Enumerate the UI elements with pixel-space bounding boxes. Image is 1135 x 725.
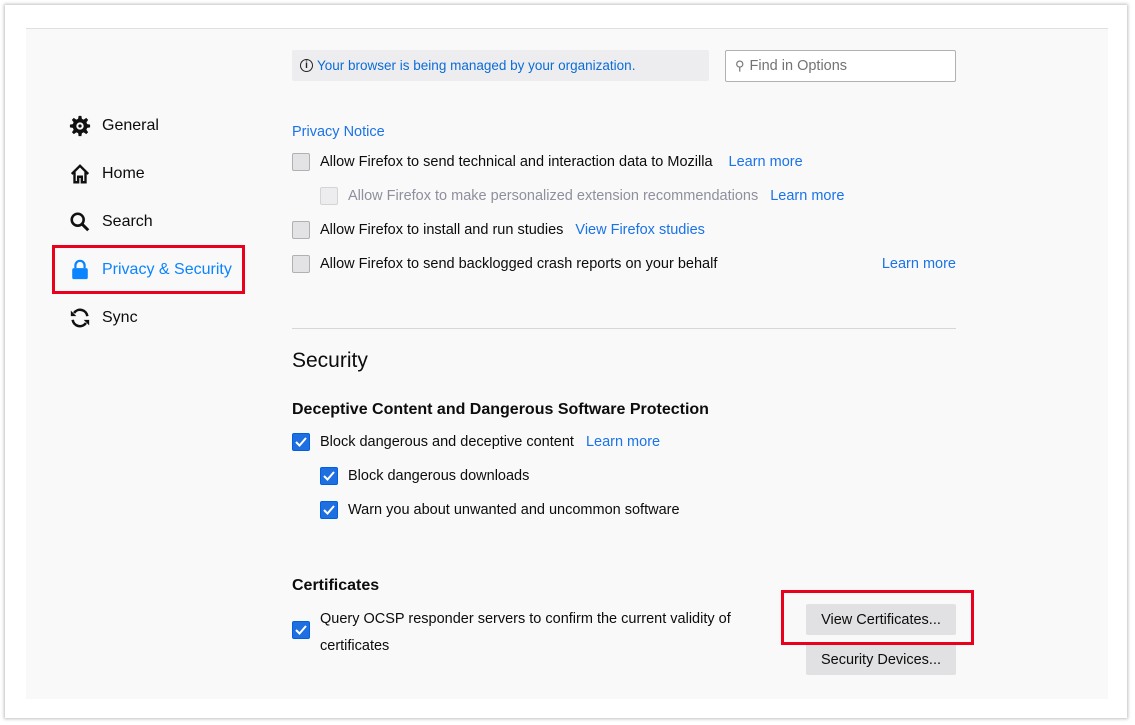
info-icon: i [300,59,313,72]
sidebar-item-general[interactable]: General [68,114,159,138]
security-title: Security [292,349,368,372]
sync-icon [68,306,92,330]
option-label: Allow Firefox to send backlogged crash r… [320,256,718,272]
managed-notice: i Your browser is being managed by your … [292,50,709,81]
sidebar-item-label: Home [102,165,145,182]
highlight-box-view-certificates [781,590,974,645]
checkbox[interactable] [292,221,310,239]
deceptive-heading: Deceptive Content and Dangerous Software… [292,401,709,418]
sidebar-item-home[interactable]: Home [68,162,145,186]
certificates-heading: Certificates [292,577,380,594]
security-devices-button[interactable]: Security Devices... [806,644,956,675]
option-studies: Allow Firefox to install and run studies… [292,220,705,240]
option-extension-recommendations: Allow Firefox to make personalized exten… [320,186,844,206]
learn-more-link[interactable]: Learn more [729,154,803,170]
privacy-notice-link[interactable]: Privacy Notice [292,124,385,140]
section-divider [292,328,956,329]
ocsp-label: Query OCSP responder servers to confirm … [320,606,731,660]
sidebar-item-label: General [102,117,159,134]
ocsp-label-line2: certificates [320,638,390,654]
option-warn-unwanted: Warn you about unwanted and uncommon sof… [320,500,680,520]
checkbox[interactable] [292,255,310,273]
view-studies-link[interactable]: View Firefox studies [575,222,704,238]
learn-more-link[interactable]: Learn more [882,256,956,272]
search-placeholder: Find in Options [749,58,848,74]
managed-notice-text[interactable]: Your browser is being managed by your or… [317,58,635,73]
option-label: Block dangerous and deceptive content [320,434,574,450]
option-block-deceptive: Block dangerous and deceptive content Le… [292,432,660,452]
checkbox[interactable] [292,153,310,171]
home-icon [68,162,92,186]
sidebar-item-search[interactable]: Search [68,210,153,234]
checkbox-checked[interactable] [292,621,310,639]
option-label: Warn you about unwanted and uncommon sof… [348,502,680,518]
option-crash-reports: Allow Firefox to send backlogged crash r… [292,254,956,274]
sidebar-item-label: Search [102,213,153,230]
checkbox-checked[interactable] [320,501,338,519]
gear-icon [68,114,92,138]
highlight-box-privacy [52,245,245,294]
search-icon: ⚲ [735,58,745,73]
option-label: Allow Firefox to make personalized exten… [348,188,759,204]
option-ocsp [292,621,320,639]
option-label: Block dangerous downloads [348,468,530,484]
option-block-downloads: Block dangerous downloads [320,466,529,486]
checkbox[interactable] [320,187,338,205]
search-icon [68,210,92,234]
option-technical-data: Allow Firefox to send technical and inte… [292,152,803,172]
checkbox-checked[interactable] [292,433,310,451]
ocsp-label-line1: Query OCSP responder servers to confirm … [320,611,731,627]
search-input[interactable]: ⚲ Find in Options [725,50,956,82]
option-label: Allow Firefox to send technical and inte… [320,154,713,170]
sidebar-item-label: Sync [102,309,138,326]
sidebar-item-sync[interactable]: Sync [68,306,138,330]
learn-more-link[interactable]: Learn more [586,434,660,450]
learn-more-link[interactable]: Learn more [770,188,844,204]
option-label: Allow Firefox to install and run studies [320,222,564,238]
checkbox-checked[interactable] [320,467,338,485]
